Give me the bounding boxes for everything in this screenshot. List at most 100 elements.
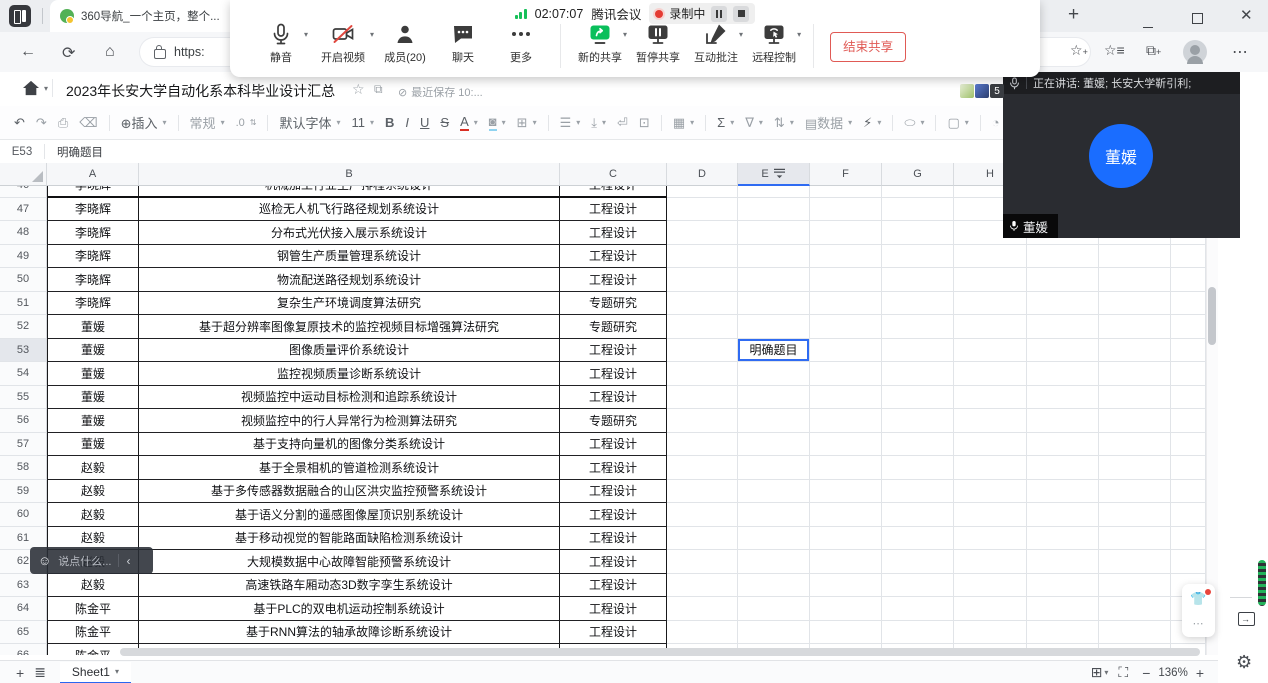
cell-D51[interactable] — [667, 292, 738, 316]
underline-button[interactable]: U — [420, 115, 429, 130]
cell-H52[interactable] — [954, 315, 1027, 339]
cell-G51[interactable] — [882, 292, 954, 316]
vertical-scrollbar-thumb[interactable] — [1208, 287, 1216, 345]
cell-D62[interactable] — [667, 550, 738, 574]
cell-H65[interactable] — [954, 621, 1027, 645]
cell-C56[interactable]: 专题研究 — [560, 409, 667, 433]
cell-K52[interactable] — [1171, 315, 1206, 339]
cell-C55[interactable]: 工程设计 — [560, 386, 667, 410]
more-button[interactable]: 更多 — [492, 22, 550, 65]
cell-E61[interactable] — [738, 527, 810, 551]
cell-K54[interactable] — [1171, 362, 1206, 386]
cell-C63[interactable]: 工程设计 — [560, 574, 667, 598]
camera-button[interactable]: 开启视频 — [310, 22, 376, 65]
font-size-select[interactable]: 11 — [352, 115, 366, 130]
cell-C64[interactable]: 工程设计 — [560, 597, 667, 621]
cell-B60[interactable]: 基于语义分割的遥感图像屋顶识别系统设计 — [139, 503, 560, 527]
cell-B53[interactable]: 图像质量评价系统设计 — [139, 339, 560, 363]
cell-I64[interactable] — [1027, 597, 1099, 621]
cell-K56[interactable] — [1171, 409, 1206, 433]
cell-G54[interactable] — [882, 362, 954, 386]
column-header-C[interactable]: C — [560, 163, 667, 186]
cell-A48[interactable]: 李晓辉 — [47, 221, 139, 245]
row-header-63[interactable]: 63 — [0, 574, 47, 598]
video-tile[interactable]: 董媛 董媛 — [1003, 94, 1240, 238]
cell-D48[interactable] — [667, 221, 738, 245]
cell-B59[interactable]: 基于多传感器数据融合的山区洪灾监控预警系统设计 — [139, 480, 560, 504]
cell-F64[interactable] — [810, 597, 882, 621]
cell-G55[interactable] — [882, 386, 954, 410]
redo-icon[interactable]: ↷ — [36, 115, 47, 131]
cell-G63[interactable] — [882, 574, 954, 598]
column-header-B[interactable]: B — [139, 163, 560, 186]
new-share-button[interactable]: 新的共享 — [571, 22, 629, 65]
cell-H57[interactable] — [954, 433, 1027, 457]
cell-C58[interactable]: 工程设计 — [560, 456, 667, 480]
cell-H63[interactable] — [954, 574, 1027, 598]
format-painter-icon[interactable]: ⎙ — [58, 115, 68, 131]
font-name-select[interactable]: 默认字体 — [279, 113, 331, 132]
cell-F63[interactable] — [810, 574, 882, 598]
cell-J62[interactable] — [1099, 550, 1171, 574]
row-header-66[interactable]: 66 — [0, 644, 47, 655]
annotate-dropdown-icon[interactable]: ▾ — [739, 30, 743, 39]
cell-K49[interactable] — [1171, 245, 1206, 269]
strikethrough-button[interactable]: S — [440, 115, 449, 130]
cell-E59[interactable] — [738, 480, 810, 504]
cell-G56[interactable] — [882, 409, 954, 433]
cell-D53[interactable] — [667, 339, 738, 363]
cell-F50[interactable] — [810, 268, 882, 292]
column-header-F[interactable]: F — [810, 163, 882, 186]
font-color-button[interactable]: A — [460, 114, 469, 131]
cell-G59[interactable] — [882, 480, 954, 504]
new-tab-button[interactable]: + — [1068, 5, 1079, 24]
cell-E65[interactable] — [738, 621, 810, 645]
cell-J54[interactable] — [1099, 362, 1171, 386]
row-header-48[interactable]: 48 — [0, 221, 47, 245]
cell-J56[interactable] — [1099, 409, 1171, 433]
borders-button[interactable]: ⊞ — [517, 115, 528, 131]
cell-D59[interactable] — [667, 480, 738, 504]
cell-E52[interactable] — [738, 315, 810, 339]
cell-H53[interactable] — [954, 339, 1027, 363]
cell-C54[interactable]: 工程设计 — [560, 362, 667, 386]
cell-C59[interactable]: 工程设计 — [560, 480, 667, 504]
cell-K62[interactable] — [1171, 550, 1206, 574]
cell-C49[interactable]: 工程设计 — [560, 245, 667, 269]
cell-E47[interactable] — [738, 198, 810, 222]
window-restore-button[interactable] — [1192, 11, 1203, 29]
cell-A50[interactable]: 李晓辉 — [47, 268, 139, 292]
row-header-51[interactable]: 51 — [0, 292, 47, 316]
cell-I60[interactable] — [1027, 503, 1099, 527]
cell-D61[interactable] — [667, 527, 738, 551]
cell-F53[interactable] — [810, 339, 882, 363]
cell-A63[interactable]: 赵毅 — [47, 574, 139, 598]
cell-E58[interactable] — [738, 456, 810, 480]
stop-recording-button[interactable] — [733, 6, 749, 22]
italic-button[interactable]: I — [405, 115, 409, 130]
cell-F57[interactable] — [810, 433, 882, 457]
open-sidebar-icon[interactable]: → — [1238, 612, 1255, 626]
cell-A53[interactable]: 董媛 — [47, 339, 139, 363]
cell-F65[interactable] — [810, 621, 882, 645]
cell-E62[interactable] — [738, 550, 810, 574]
star-doc-icon[interactable]: ☆ — [352, 81, 365, 98]
sheet-tab-active[interactable]: Sheet1▾ — [60, 662, 131, 683]
quick-tools-icon[interactable]: ⚡ — [863, 115, 872, 131]
cell-C65[interactable]: 工程设计 — [560, 621, 667, 645]
data-tools-button[interactable]: ▤数据 — [805, 113, 843, 132]
cell-J50[interactable] — [1099, 268, 1171, 292]
camera-dropdown-icon[interactable]: ▾ — [370, 30, 374, 39]
emoji-icon[interactable]: ☺ — [38, 553, 51, 568]
profile-avatar[interactable] — [1183, 40, 1207, 64]
cell-B50[interactable]: 物流配送路径规划系统设计 — [139, 268, 560, 292]
view-button[interactable]: ▢ — [947, 115, 959, 131]
cell-B48[interactable]: 分布式光伏接入展示系统设计 — [139, 221, 560, 245]
add-sheet-icon[interactable]: + — [16, 665, 24, 681]
cell-G62[interactable] — [882, 550, 954, 574]
remote-dropdown-icon[interactable]: ▾ — [797, 30, 801, 39]
sum-button[interactable]: Σ — [717, 115, 725, 130]
cell-I59[interactable] — [1027, 480, 1099, 504]
cell-F51[interactable] — [810, 292, 882, 316]
cell-D47[interactable] — [667, 198, 738, 222]
